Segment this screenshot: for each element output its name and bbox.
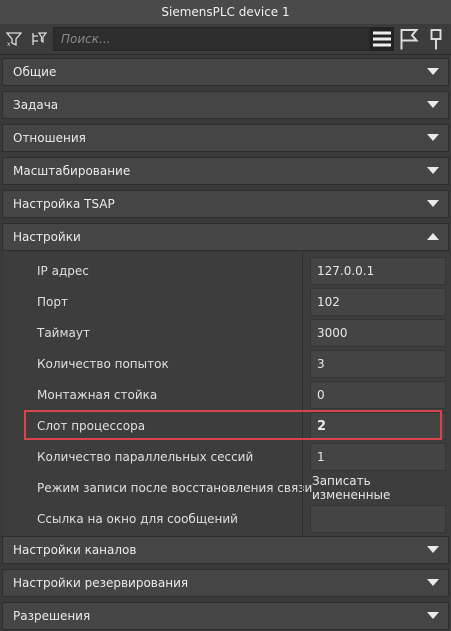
- property-label: Режим записи после восстановления связи: [37, 480, 313, 495]
- property-value-ip[interactable]: 127.0.0.1: [310, 257, 446, 285]
- section-label: Масштабирование: [13, 164, 131, 178]
- chevron-down-icon: [427, 546, 439, 553]
- section-task[interactable]: Задача: [2, 91, 449, 119]
- section-label: Настройки резервирования: [13, 576, 189, 590]
- property-value-write-mode[interactable]: Записать измененные: [310, 474, 446, 502]
- section-scaling[interactable]: Масштабирование: [2, 157, 449, 185]
- section-general[interactable]: Общие: [2, 58, 449, 86]
- property-label: Ссылка на окно для сообщений: [37, 511, 238, 526]
- chevron-down-icon: [427, 200, 439, 207]
- property-value-sessions[interactable]: 1: [310, 443, 446, 471]
- property-value-message-window[interactable]: [310, 505, 446, 533]
- toolbar: x: [0, 24, 451, 55]
- filter-icon[interactable]: x: [2, 27, 26, 51]
- property-label: Таймаут: [37, 325, 90, 340]
- property-label: IP адрес: [37, 263, 89, 278]
- flag-icon[interactable]: [397, 27, 421, 51]
- property-value-slot[interactable]: 2: [310, 412, 446, 440]
- chevron-down-icon: [427, 612, 439, 619]
- property-label: Порт: [37, 294, 68, 309]
- section-label: Настройки каналов: [13, 543, 137, 557]
- property-row-message-window: Ссылка на окно для сообщений: [4, 503, 449, 534]
- property-value-rack[interactable]: 0: [310, 381, 446, 409]
- property-label: Количество попыток: [37, 356, 169, 371]
- property-row-write-mode: Режим записи после восстановления связи …: [4, 472, 449, 503]
- chevron-down-icon: [427, 167, 439, 174]
- section-tsap[interactable]: Настройка TSAP: [2, 190, 449, 218]
- chevron-up-icon: [427, 233, 439, 240]
- property-label: Слот процессора: [37, 418, 146, 433]
- property-row-retries: Количество попыток 3: [4, 348, 449, 379]
- section-label: Общие: [13, 65, 57, 79]
- property-row-slot: Слот процессора 2: [4, 410, 449, 441]
- section-channel-settings[interactable]: Настройки каналов: [2, 536, 449, 564]
- chevron-down-icon: [427, 579, 439, 586]
- svg-text:x: x: [7, 41, 11, 47]
- section-label: Настройка TSAP: [13, 197, 115, 211]
- property-value-timeout[interactable]: 3000: [310, 319, 446, 347]
- tree-filter-icon[interactable]: [27, 27, 51, 51]
- list-view-icon[interactable]: [370, 27, 394, 51]
- section-label: Разрешения: [13, 609, 91, 623]
- section-label: Настройки: [13, 230, 81, 244]
- property-value-retries[interactable]: 3: [310, 350, 446, 378]
- chevron-down-icon: [427, 134, 439, 141]
- section-label: Задача: [13, 98, 59, 112]
- property-value-port[interactable]: 102: [310, 288, 446, 316]
- section-label: Отношения: [13, 131, 86, 145]
- section-redundancy-settings[interactable]: Настройки резервирования: [2, 569, 449, 597]
- section-permissions[interactable]: Разрешения: [2, 602, 449, 630]
- column-divider: [302, 252, 303, 536]
- property-label: Монтажная стойка: [37, 387, 158, 402]
- settings-grid: IP адрес 127.0.0.1 Порт 102 Таймаут 3000…: [4, 252, 449, 536]
- window-title: SiemensPLC device 1: [0, 0, 451, 24]
- property-row-port: Порт 102: [4, 286, 449, 317]
- search-input[interactable]: [53, 27, 370, 51]
- property-row-rack: Монтажная стойка 0: [4, 379, 449, 410]
- section-settings[interactable]: Настройки: [2, 223, 449, 251]
- property-row-timeout: Таймаут 3000: [4, 317, 449, 348]
- property-label: Количество параллельных сессий: [37, 449, 254, 464]
- pin-icon[interactable]: [424, 27, 448, 51]
- property-row-sessions: Количество параллельных сессий 1: [4, 441, 449, 472]
- chevron-down-icon: [427, 101, 439, 108]
- section-relations[interactable]: Отношения: [2, 124, 449, 152]
- chevron-down-icon: [427, 68, 439, 75]
- property-row-ip: IP адрес 127.0.0.1: [4, 255, 449, 286]
